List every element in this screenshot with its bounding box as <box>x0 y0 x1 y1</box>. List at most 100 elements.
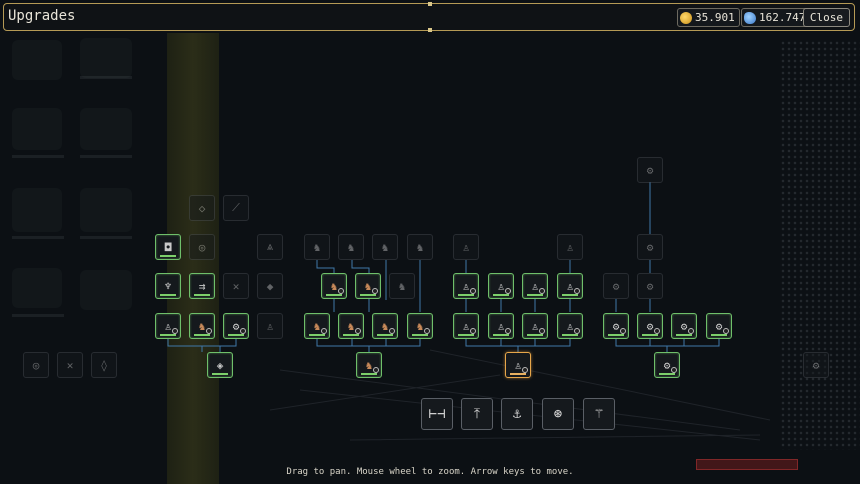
node-square[interactable]: ◘ <box>155 234 181 260</box>
node-diamond[interactable]: ◆ <box>257 273 283 299</box>
cannon-icon: ⚙ <box>812 358 820 372</box>
horse-icon: ♞ <box>398 279 406 293</box>
notch-decoration <box>428 2 432 6</box>
node-g2-bot-3[interactable]: ♞ <box>372 313 398 339</box>
node-g2-bot-2[interactable]: ♞ <box>338 313 364 339</box>
node-g2-top-2[interactable]: ♞ <box>338 234 364 260</box>
node-g4-bot-3[interactable]: ⚙ <box>671 313 697 339</box>
page-title: Upgrades <box>8 8 76 24</box>
soldier-icon: ♙ <box>566 319 574 333</box>
cross-icon: ✕ <box>232 279 240 293</box>
node-cross[interactable]: ✕ <box>223 273 249 299</box>
trident-icon: ♆ <box>164 279 172 293</box>
horse-icon: ♞ <box>416 319 424 333</box>
node-g2-mid-3[interactable]: ♞ <box>389 273 415 299</box>
node-root-1[interactable]: ◈ <box>207 352 233 378</box>
left-node-b[interactable]: ✕ <box>57 352 83 378</box>
node-root-3-selected[interactable]: ♙ <box>505 352 531 378</box>
up-arrow-icon: ⤒ <box>473 406 481 422</box>
horse-icon: ♞ <box>198 319 206 333</box>
node-g3-top-2[interactable]: ♙ <box>557 234 583 260</box>
node-root-4[interactable]: ⚙ <box>654 352 680 378</box>
horse-icon: ♞ <box>347 240 355 254</box>
node-g4-mid-2[interactable]: ⚙ <box>637 273 663 299</box>
node-g4-top[interactable]: ⚙ <box>637 234 663 260</box>
rune-icon: ◇ <box>198 201 206 215</box>
node-g2-bot-1[interactable]: ♞ <box>304 313 330 339</box>
left-node-c[interactable]: ◊ <box>91 352 117 378</box>
close-button[interactable]: Close <box>802 8 850 27</box>
node-g4-mid-1[interactable]: ⚙ <box>603 273 629 299</box>
node-g4-bot-2[interactable]: ⚙ <box>637 313 663 339</box>
node-chain[interactable]: ♆ <box>155 273 181 299</box>
node-locked[interactable]: ♙ <box>257 313 283 339</box>
node-right-isolated[interactable]: ⚙ <box>803 352 829 378</box>
node-triangle[interactable]: ⩓ <box>257 234 283 260</box>
gem-icon <box>744 11 756 24</box>
bottom-node-span[interactable]: ⊢⊣ <box>421 398 453 430</box>
node-g4-extra[interactable]: ⚙ <box>637 157 663 183</box>
node-glyph-b[interactable]: ⟋ <box>223 195 249 221</box>
soldier-icon: ♙ <box>164 319 172 333</box>
node-g2-top-4[interactable]: ♞ <box>407 234 433 260</box>
node-root-2[interactable]: ♞ <box>356 352 382 378</box>
soldier-icon: ♙ <box>566 240 574 254</box>
horse-icon: ♞ <box>381 319 389 333</box>
horse-icon: ♞ <box>313 240 321 254</box>
node-cannon[interactable]: ⚙ <box>223 313 249 339</box>
diamond-icon: ◆ <box>266 279 274 293</box>
cannon-icon: ⚙ <box>232 319 240 333</box>
node-g4-bot-4[interactable]: ⚙ <box>706 313 732 339</box>
node-g3-bot-2[interactable]: ♙ <box>488 313 514 339</box>
anchor-icon: ⚓ <box>512 406 522 422</box>
eye-icon: ⊛ <box>553 406 563 422</box>
node-g3-mid-2[interactable]: ♙ <box>488 273 514 299</box>
soldier-icon: ♙ <box>266 319 274 333</box>
horse-icon: ♞ <box>330 279 338 293</box>
node-g4-bot-1[interactable]: ⚙ <box>603 313 629 339</box>
cannon-icon: ⚙ <box>646 240 654 254</box>
node-g3-bot-3[interactable]: ♙ <box>522 313 548 339</box>
node-g2-bot-4[interactable]: ♞ <box>407 313 433 339</box>
node-g2-mid-2[interactable]: ♞ <box>355 273 381 299</box>
coin-icon <box>680 11 692 24</box>
horse-icon: ♞ <box>381 240 389 254</box>
soldier-icon: ♙ <box>497 319 505 333</box>
soldier-icon: ♙ <box>514 358 522 372</box>
horse-icon: ♞ <box>416 240 424 254</box>
top-bar: Upgrades 35.901 162.747 Close <box>3 2 855 32</box>
node-g3-bot-1[interactable]: ♙ <box>453 313 479 339</box>
node-circle[interactable]: ◎ <box>189 234 215 260</box>
node-glyph-a[interactable]: ◇ <box>189 195 215 221</box>
soldier-icon: ♙ <box>531 279 539 293</box>
bottom-node-up[interactable]: ⤒ <box>461 398 493 430</box>
bottom-node-eye[interactable]: ⊛ <box>542 398 574 430</box>
cannon-icon: ⚙ <box>646 319 654 333</box>
node-g3-mid-1[interactable]: ♙ <box>453 273 479 299</box>
notch-decoration <box>428 28 432 32</box>
span-icon: ⊢⊣ <box>428 406 446 422</box>
diamond-icon: ◊ <box>100 358 108 372</box>
soldier-icon: ♙ <box>531 319 539 333</box>
node-g2-top-1[interactable]: ♞ <box>304 234 330 260</box>
node-arrows[interactable]: ⇉ <box>189 273 215 299</box>
node-g2-mid-1[interactable]: ♞ <box>321 273 347 299</box>
node-g3-bot-4[interactable]: ♙ <box>557 313 583 339</box>
bottom-node-anchor[interactable]: ⚓ <box>501 398 533 430</box>
shield-icon: ◈ <box>216 358 224 372</box>
cannon-icon: ⚙ <box>715 319 723 333</box>
node-g3-top-1[interactable]: ♙ <box>453 234 479 260</box>
left-node-a[interactable]: ◎ <box>23 352 49 378</box>
essence-value: 162.747 <box>759 11 806 24</box>
node-g3-mid-4[interactable]: ♙ <box>557 273 583 299</box>
soldier-icon: ♙ <box>462 319 470 333</box>
gold-counter: 35.901 <box>677 8 740 27</box>
bottom-node-staff[interactable]: ⚚ <box>583 398 615 430</box>
node-g2-top-3[interactable]: ♞ <box>372 234 398 260</box>
node-soldier[interactable]: ♙ <box>155 313 181 339</box>
gold-value: 35.901 <box>695 11 735 24</box>
soldier-icon: ♙ <box>497 279 505 293</box>
node-g3-mid-3[interactable]: ♙ <box>522 273 548 299</box>
node-horse[interactable]: ♞ <box>189 313 215 339</box>
horse-icon: ♞ <box>347 319 355 333</box>
